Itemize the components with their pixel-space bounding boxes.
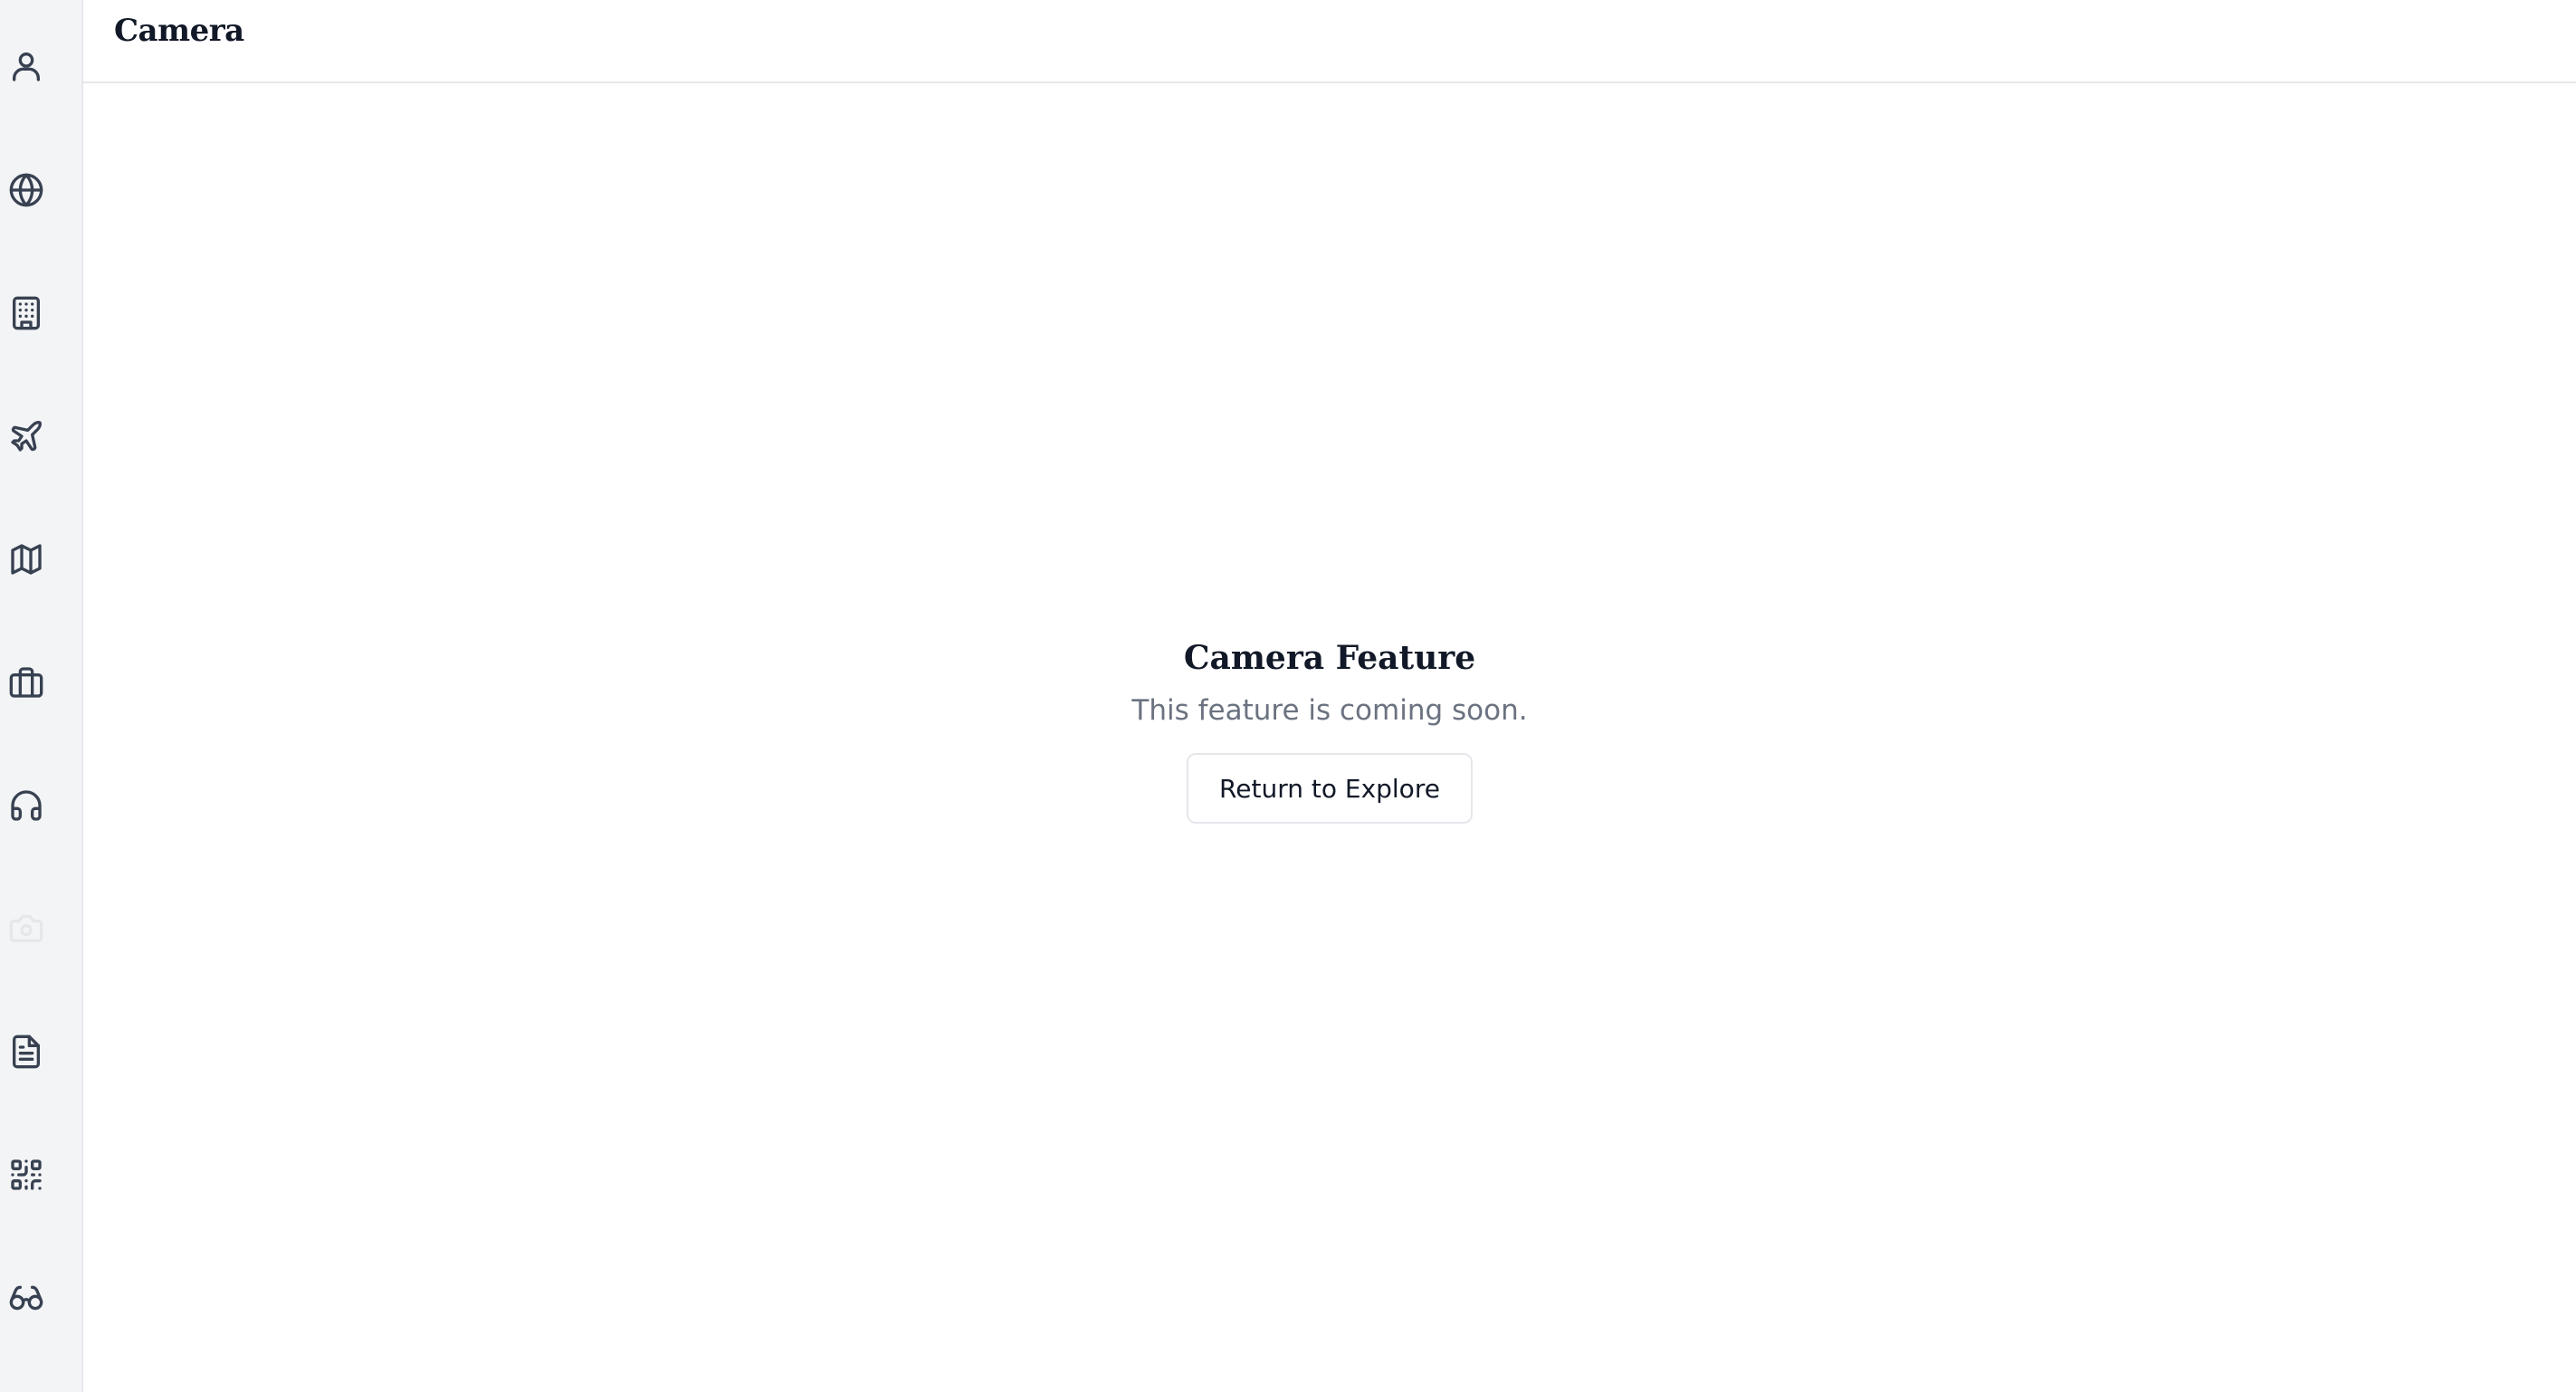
sidebar-item-documents[interactable] xyxy=(0,1025,52,1078)
sidebar-item-qr-scan[interactable] xyxy=(0,1149,52,1201)
glasses-icon xyxy=(9,1285,43,1311)
briefcase-icon xyxy=(9,667,43,698)
return-to-explore-button[interactable]: Return to Explore xyxy=(1187,753,1473,824)
sidebar-item-glasses[interactable] xyxy=(0,1272,52,1324)
plane-icon xyxy=(11,421,42,452)
sidebar-item-explore[interactable] xyxy=(0,164,52,216)
page-title: Camera xyxy=(114,13,244,49)
sidebar-item-profile[interactable] xyxy=(0,40,52,92)
sidebar-item-maps[interactable] xyxy=(0,533,52,586)
document-icon xyxy=(13,1034,40,1069)
top-header: Camera xyxy=(83,0,2576,83)
empty-state: Camera Feature This feature is coming so… xyxy=(83,635,2576,824)
camera-icon xyxy=(9,915,43,942)
sidebar-item-camera[interactable] xyxy=(0,902,52,955)
user-icon xyxy=(13,52,40,81)
sidebar-item-trips[interactable] xyxy=(0,656,52,709)
globe-icon xyxy=(9,173,43,207)
headphones-icon xyxy=(11,790,42,821)
qr-code-icon xyxy=(11,1159,42,1190)
building-icon xyxy=(13,296,40,330)
feature-title: Camera Feature xyxy=(1183,639,1476,677)
main-content: Camera Feature This feature is coming so… xyxy=(83,83,2576,1392)
sidebar-item-flights[interactable] xyxy=(0,410,52,462)
feature-subtitle: This feature is coming soon. xyxy=(1131,694,1528,727)
sidebar-item-audio[interactable] xyxy=(0,779,52,832)
map-icon xyxy=(11,544,42,575)
sidebar xyxy=(0,0,83,1392)
sidebar-item-hotels[interactable] xyxy=(0,287,52,339)
